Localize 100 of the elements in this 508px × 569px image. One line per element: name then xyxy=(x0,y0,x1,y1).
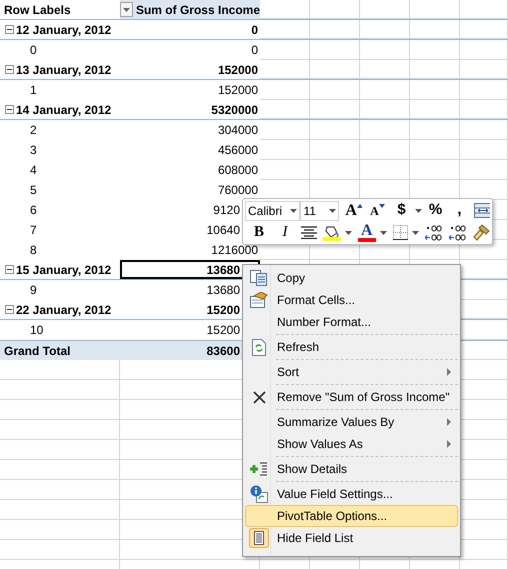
fill-color-icon[interactable] xyxy=(322,224,341,241)
row-group-label: 12 January, 2012 xyxy=(16,22,112,38)
value-cell: 1216000 xyxy=(211,243,258,257)
table-cell xyxy=(360,40,410,60)
value-cell: 152000 xyxy=(218,83,258,97)
value-cell: 456000 xyxy=(218,143,258,157)
italic-button[interactable]: I xyxy=(275,222,295,242)
format-button[interactable]: $ xyxy=(392,200,412,220)
decrease-decimal-icon[interactable] xyxy=(448,224,466,240)
copy-icon xyxy=(250,270,268,286)
table-cell xyxy=(360,80,410,100)
menu-item[interactable]: Value Field Settings... xyxy=(245,483,458,505)
borders-icon[interactable] xyxy=(392,225,408,240)
table-cell xyxy=(360,60,410,79)
row-label: 10 xyxy=(30,322,44,339)
table-cell xyxy=(260,140,310,160)
value-cell: 15200 xyxy=(206,302,240,316)
menu-item[interactable]: Refresh xyxy=(245,336,458,358)
table-cell xyxy=(360,100,410,119)
table-cell xyxy=(260,20,310,39)
row-label: 9 xyxy=(30,282,37,299)
table-cell xyxy=(460,100,508,119)
value-cell: 13680 xyxy=(206,283,240,297)
table-cell xyxy=(410,20,460,39)
menu-item[interactable]: Summarize Values By xyxy=(245,411,458,433)
filter-dropdown-button[interactable] xyxy=(120,2,133,17)
center-align-icon[interactable] xyxy=(301,226,317,239)
table-cell xyxy=(310,0,360,19)
table-cell xyxy=(410,140,460,160)
table-cell xyxy=(360,0,410,19)
table-cell xyxy=(410,120,460,140)
table-cell xyxy=(360,120,410,140)
table-cell xyxy=(260,100,310,119)
dropdown-arrow-icon[interactable] xyxy=(290,208,298,212)
collapse-icon[interactable] xyxy=(5,105,14,114)
increase-decimal-icon[interactable] xyxy=(424,224,443,240)
shrink-font-button[interactable]: A xyxy=(368,200,388,220)
row-group-label: 22 January, 2012 xyxy=(16,302,112,318)
menu-item[interactable]: Remove "Sum of Gross Income" xyxy=(245,386,458,408)
table-cell xyxy=(460,160,508,180)
table-cell xyxy=(260,40,310,60)
row-label: 2 xyxy=(30,122,37,139)
dropdown-arrow-icon[interactable] xyxy=(412,230,419,234)
grow-font-button[interactable]: A xyxy=(343,200,364,220)
value-cell: 608000 xyxy=(218,163,258,177)
table-cell xyxy=(360,140,410,160)
row-group-label: 15 January, 2012 xyxy=(16,262,112,278)
menu-item[interactable]: Number Format... xyxy=(245,311,458,333)
table-cell xyxy=(310,20,360,39)
table-cell xyxy=(410,80,460,100)
menu-item[interactable]: PivotTable Options... xyxy=(245,505,458,527)
format-button[interactable]: % xyxy=(426,200,446,220)
value-cell: 0 xyxy=(251,22,258,36)
value-cell: 304000 xyxy=(218,123,258,137)
row-label: 7 xyxy=(30,222,37,239)
font-color-button[interactable]: A xyxy=(358,223,376,242)
collapse-icon[interactable] xyxy=(5,265,14,274)
value-cell: 152000 xyxy=(218,62,258,76)
row-label: 3 xyxy=(30,142,37,159)
column-header: Row Labels xyxy=(4,2,71,18)
dropdown-arrow-icon[interactable] xyxy=(380,230,387,234)
collapse-icon[interactable] xyxy=(5,65,14,74)
row-label: 1 xyxy=(30,82,37,99)
format-button[interactable]: , xyxy=(450,200,470,220)
font-size-field[interactable]: 11 xyxy=(300,200,340,220)
menu-item[interactable]: Hide Field List xyxy=(245,527,458,549)
table-cell xyxy=(460,120,508,140)
bold-button[interactable]: B xyxy=(249,222,269,242)
dropdown-arrow-icon[interactable] xyxy=(329,208,336,212)
font-name-field[interactable]: Calibri xyxy=(245,200,300,220)
value-cell: 760000 xyxy=(218,183,258,197)
table-cell xyxy=(260,0,310,19)
format-painter-icon[interactable] xyxy=(472,224,490,241)
row-group-label: 13 January, 2012 xyxy=(16,62,112,78)
menu-item[interactable]: Copy xyxy=(245,267,458,289)
table-cell xyxy=(410,100,460,119)
table-cell xyxy=(310,40,360,60)
refresh-icon xyxy=(252,338,266,356)
table-cell xyxy=(460,60,508,79)
up-caret-icon xyxy=(356,204,362,208)
menu-item[interactable]: Show Values As xyxy=(245,433,458,455)
plus-list-icon xyxy=(250,462,268,476)
column-header: Sum of Gross Income xyxy=(136,2,260,18)
menu-item[interactable]: Show Details xyxy=(245,458,458,480)
info-settings-icon xyxy=(250,485,268,503)
value-cell: 15200 xyxy=(206,323,240,337)
grand-total-label: Grand Total xyxy=(4,342,70,360)
dropdown-arrow-icon[interactable] xyxy=(344,230,352,234)
menu-item[interactable]: Sort xyxy=(245,361,458,383)
table-cell xyxy=(260,120,310,140)
row-label: 5 xyxy=(30,182,37,199)
value-cell: 0 xyxy=(251,43,258,57)
dropdown-arrow-icon[interactable] xyxy=(414,208,422,212)
menu-item[interactable]: Format Cells... xyxy=(245,289,458,311)
format-cells-icon xyxy=(250,292,268,308)
collapse-icon[interactable] xyxy=(5,25,14,34)
close-icon xyxy=(252,390,266,404)
collapse-icon[interactable] xyxy=(5,305,14,314)
value-cell: 83600 xyxy=(206,344,240,358)
merge-center-icon[interactable] xyxy=(474,203,490,218)
